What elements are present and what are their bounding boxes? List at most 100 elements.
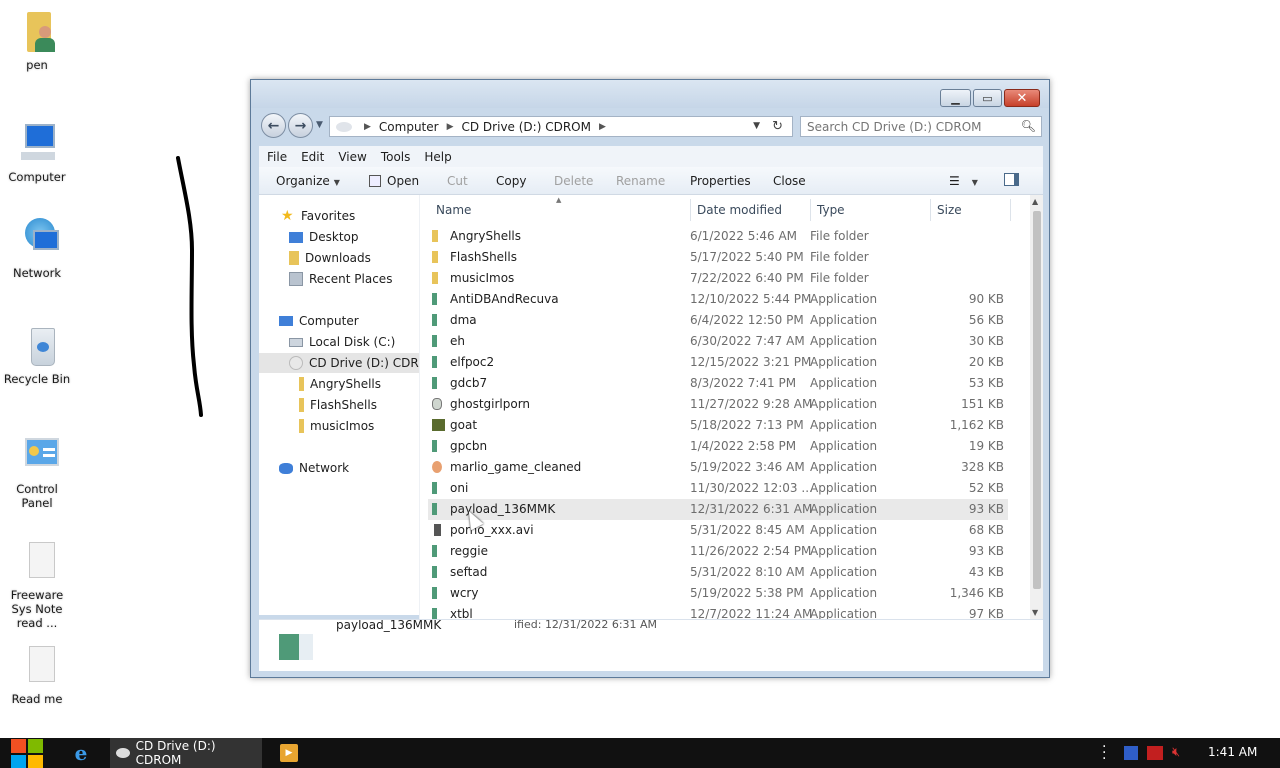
nav-desktop[interactable]: Desktop xyxy=(259,227,419,247)
column-divider[interactable] xyxy=(810,199,811,221)
forward-button[interactable]: → xyxy=(288,113,313,138)
breadcrumb-computer[interactable]: Computer xyxy=(379,120,439,134)
nav-favorites[interactable]: ★ Favorites xyxy=(259,206,419,226)
column-name[interactable]: Name xyxy=(436,203,471,217)
desktop-icon-control-panel[interactable]: Control Panel xyxy=(0,432,74,510)
column-date-modified[interactable]: Date modified xyxy=(697,203,782,217)
ghost-icon xyxy=(432,398,442,410)
file-row[interactable]: musicImos 7/22/2022 6:40 PM File folder xyxy=(428,268,1008,289)
desktop-icon-computer[interactable]: Computer xyxy=(0,120,74,184)
scroll-down-icon[interactable]: ▼ xyxy=(1032,608,1038,617)
file-row[interactable]: porno_xxx.avi 5/31/2022 8:45 AM Applicatio… xyxy=(428,520,1008,541)
internet-explorer-icon[interactable]: e xyxy=(70,742,92,764)
nav-label: Computer xyxy=(299,314,359,328)
properties-button[interactable]: Properties xyxy=(690,174,751,188)
menu-edit[interactable]: Edit xyxy=(301,150,324,164)
start-button[interactable] xyxy=(10,738,44,768)
search-icon[interactable]: 🔍︎ xyxy=(1021,119,1036,133)
file-row[interactable]: payload_136MMK 12/31/2022 6:31 AM Applicat… xyxy=(428,499,1008,520)
tray-overflow-icon[interactable]: · · · xyxy=(1102,740,1106,766)
file-row[interactable]: FlashShells 5/17/2022 5:40 PM File folder xyxy=(428,247,1008,268)
column-divider[interactable] xyxy=(930,199,931,221)
taskbar-explorer-button[interactable]: CD Drive (D:) CDROM xyxy=(110,738,262,768)
nav-recent-places[interactable]: Recent Places xyxy=(259,269,419,289)
file-row[interactable]: reggie 11/26/2022 2:54 PM Application 93 KB xyxy=(428,541,1008,562)
desktop-icon-read-me[interactable]: Read me xyxy=(0,642,74,706)
scroll-up-icon[interactable]: ▲ xyxy=(1032,197,1038,206)
desktop-icon-network[interactable]: Network xyxy=(0,216,74,280)
file-row[interactable]: marlio_game_cleaned 5/19/2022 3:46 AM Appl… xyxy=(428,457,1008,478)
file-row[interactable]: eh 6/30/2022 7:47 AM Application 30 KB xyxy=(428,331,1008,352)
file-size: 90 KB xyxy=(968,292,1004,306)
rename-button[interactable]: Rename xyxy=(616,174,665,188)
close-window-button[interactable]: ✕ xyxy=(1004,89,1040,107)
nav-label: AngryShells xyxy=(310,377,381,391)
recent-pages-dropdown[interactable]: ▼ xyxy=(316,120,323,130)
file-row[interactable]: gdcb7 8/3/2022 7:41 PM Application 53 KB xyxy=(428,373,1008,394)
file-date-modified: 7/22/2022 6:40 PM xyxy=(690,271,804,285)
file-row[interactable]: seftad 5/31/2022 8:10 AM Application 43 KB xyxy=(428,562,1008,583)
nav-musicimos[interactable]: musicImos xyxy=(259,416,419,436)
nav-cd-drive[interactable]: CD Drive (D:) CDROM xyxy=(259,353,419,373)
file-row[interactable]: ghostgirlporn 11/27/2022 9:28 AM Applicati… xyxy=(428,394,1008,415)
file-name: wcry xyxy=(450,586,479,600)
address-bar[interactable]: ▶ Computer ▶ CD Drive (D:) CDROM ▶ ▼ ↻ xyxy=(329,116,793,137)
media-player-icon[interactable]: ▶ xyxy=(280,744,298,762)
close-button[interactable]: Close xyxy=(773,174,806,188)
search-box[interactable]: 🔍︎ xyxy=(800,116,1042,137)
file-type: Application xyxy=(810,460,878,474)
nav-network[interactable]: Network xyxy=(259,458,419,478)
back-button[interactable]: ← xyxy=(261,113,286,138)
cut-button[interactable]: Cut xyxy=(447,174,468,188)
volume-muted-icon[interactable]: 🔇︎ xyxy=(1172,745,1180,760)
file-row[interactable]: xtbl 12/7/2022 11:24 AM Application 97 KB xyxy=(428,604,1008,619)
menu-tools[interactable]: Tools xyxy=(381,150,411,164)
window-titlebar[interactable] xyxy=(251,80,1049,108)
nav-downloads[interactable]: Downloads xyxy=(259,248,419,268)
file-row[interactable]: gpcbn 1/4/2022 2:58 PM Application 19 KB xyxy=(428,436,1008,457)
preview-pane-button[interactable] xyxy=(1004,173,1019,189)
address-history-dropdown[interactable]: ▼ xyxy=(753,121,760,131)
minimize-button[interactable]: ▁ xyxy=(940,89,971,107)
nav-local-disk[interactable]: Local Disk (C:) xyxy=(259,332,419,352)
desktop-icon-recycle-bin[interactable]: Recycle Bin xyxy=(0,322,74,386)
column-type[interactable]: Type xyxy=(817,203,845,217)
details-file-name: payload_136MMK xyxy=(336,619,442,632)
scrollbar-thumb[interactable] xyxy=(1033,211,1041,589)
refresh-icon[interactable]: ↻ xyxy=(772,119,783,134)
taskbar-clock[interactable]: 1:41 AM xyxy=(1208,745,1257,759)
file-row[interactable]: dma 6/4/2022 12:50 PM Application 56 KB xyxy=(428,310,1008,331)
organize-button[interactable]: Organize ▼ xyxy=(276,174,340,188)
menu-help[interactable]: Help xyxy=(424,150,451,164)
organize-label: Organize xyxy=(276,174,330,188)
desktop-icon-freeware-note[interactable]: Freeware Sys Note read ... xyxy=(0,538,74,630)
column-divider[interactable] xyxy=(690,199,691,221)
nav-computer[interactable]: Computer xyxy=(259,311,419,331)
file-row[interactable]: oni 11/30/2022 12:03 ... Application 52 KB xyxy=(428,478,1008,499)
action-center-flag-icon[interactable] xyxy=(1124,746,1138,760)
view-options-button[interactable]: ☰ ▼ xyxy=(949,174,978,188)
open-button[interactable]: Open xyxy=(369,174,419,188)
menu-view[interactable]: View xyxy=(338,150,366,164)
file-row[interactable]: AngryShells 6/1/2022 5:46 AM File folder xyxy=(428,226,1008,247)
file-row[interactable]: AntiDBAndRecuva 12/10/2022 5:44 PM Applica… xyxy=(428,289,1008,310)
column-divider[interactable] xyxy=(1010,199,1011,221)
nav-flashshells[interactable]: FlashShells xyxy=(259,395,419,415)
breadcrumb-cd-drive[interactable]: CD Drive (D:) CDROM xyxy=(462,120,591,134)
folder-icon xyxy=(432,251,438,263)
search-input[interactable] xyxy=(807,119,1007,134)
maximize-button[interactable]: ▭ xyxy=(973,89,1002,107)
menu-file[interactable]: File xyxy=(267,150,287,164)
network-status-icon[interactable] xyxy=(1147,746,1163,760)
file-row[interactable]: elfpoc2 12/15/2022 3:21 PM Application 20 K… xyxy=(428,352,1008,373)
file-row[interactable]: wcry 5/19/2022 5:38 PM Application 1,346 KB xyxy=(428,583,1008,604)
delete-button[interactable]: Delete xyxy=(554,174,593,188)
desktop-icon-pen[interactable]: pen xyxy=(0,8,74,72)
file-row[interactable]: goat 5/18/2022 7:13 PM Application 1,162 KB xyxy=(428,415,1008,436)
file-name: AngryShells xyxy=(450,229,521,243)
nav-angryshells[interactable]: AngryShells xyxy=(259,374,419,394)
copy-button[interactable]: Copy xyxy=(496,174,526,188)
file-date-modified: 12/15/2022 3:21 PM xyxy=(690,355,812,369)
column-size[interactable]: Size xyxy=(937,203,962,217)
vertical-scrollbar[interactable]: ▲ ▼ xyxy=(1030,195,1043,619)
